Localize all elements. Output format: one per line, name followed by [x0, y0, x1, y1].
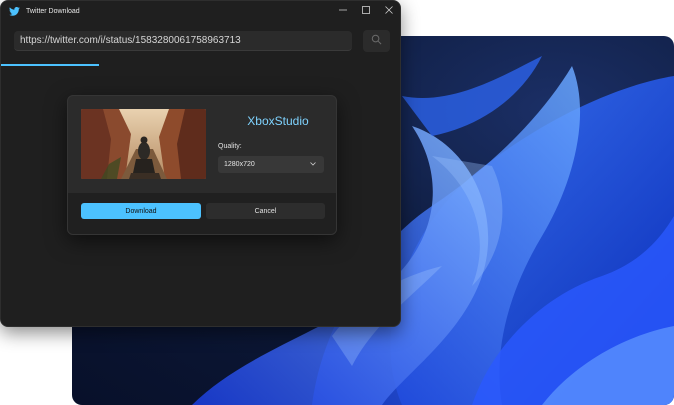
screen: Twitter Download https://twitter.com/i/s… [0, 0, 674, 405]
title-bar: Twitter Download [1, 1, 400, 21]
download-button[interactable]: Download [81, 203, 201, 219]
progress-bar [1, 64, 400, 66]
minimize-button[interactable] [331, 1, 354, 21]
quality-dropdown[interactable]: 1280x720 [218, 156, 324, 173]
quality-value: 1280x720 [224, 161, 255, 168]
chevron-down-icon [310, 161, 316, 168]
video-thumbnail [81, 109, 206, 179]
maximize-button[interactable] [354, 1, 377, 21]
url-input[interactable] [14, 31, 352, 51]
quality-label: Quality: [218, 143, 242, 150]
channel-title: XboxStudio [247, 114, 309, 128]
window-title: Twitter Download [26, 7, 80, 15]
search-button[interactable] [363, 30, 390, 52]
minimize-icon [338, 6, 347, 16]
window-controls [331, 1, 400, 21]
twitter-bird-icon [8, 5, 20, 17]
search-icon [371, 32, 382, 50]
progress-fill [1, 64, 100, 66]
cancel-button[interactable]: Cancel [206, 203, 325, 219]
close-button[interactable] [377, 1, 400, 21]
url-row [1, 21, 400, 61]
app-window: Twitter Download https://twitter.com/i/s… [0, 0, 401, 327]
dialog-footer: Download Cancel [68, 193, 336, 234]
download-dialog: XboxStudio Quality: 1280x720 Download Ca… [67, 95, 337, 235]
maximize-icon [361, 6, 370, 16]
close-icon [384, 6, 393, 16]
